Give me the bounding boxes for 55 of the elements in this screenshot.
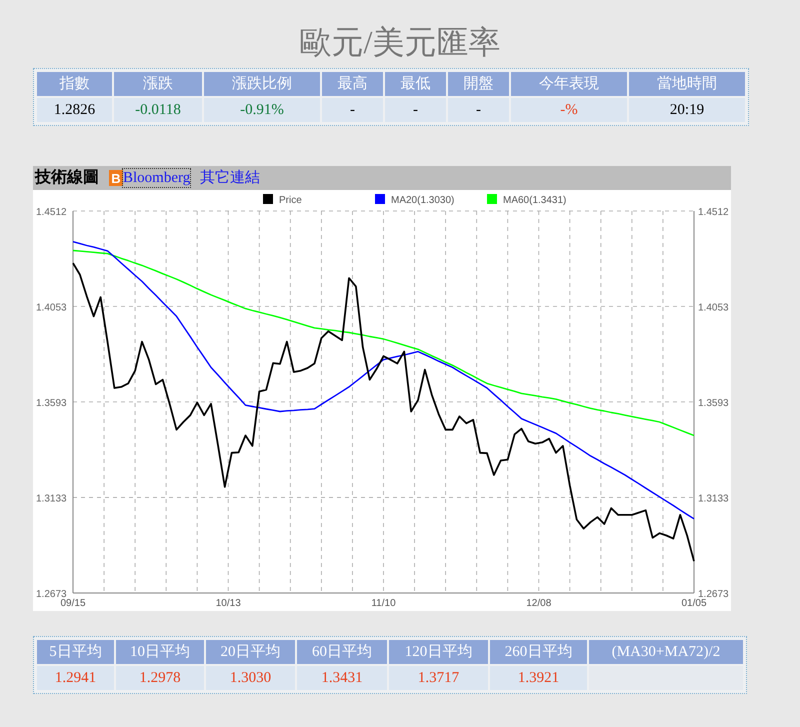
column-header: 最高 bbox=[322, 72, 383, 96]
y-tick-label: 1.4512 bbox=[698, 207, 729, 218]
table-cell: - bbox=[385, 98, 446, 122]
column-header: 當地時間 bbox=[629, 72, 745, 96]
table-cell: 1.2978 bbox=[116, 666, 204, 690]
y-tick-label: 1.2673 bbox=[36, 589, 67, 600]
table-cell: 1.3717 bbox=[389, 666, 488, 690]
page-title: 歐元/美元匯率 bbox=[300, 23, 500, 62]
column-header: 5日平均 bbox=[37, 640, 114, 664]
y-tick-label: 1.3133 bbox=[36, 493, 67, 504]
x-tick-label: 10/13 bbox=[216, 598, 241, 609]
column-header: 260日平均 bbox=[490, 640, 587, 664]
table-cell: 1.3030 bbox=[206, 666, 295, 690]
column-header: 漲跌 bbox=[114, 72, 202, 96]
column-header: 指數 bbox=[37, 72, 112, 96]
table-cell: - bbox=[322, 98, 383, 122]
column-header: 最低 bbox=[385, 72, 446, 96]
column-header: 今年表現 bbox=[511, 72, 627, 96]
legend-item: Price bbox=[263, 194, 302, 206]
logo-icon: B bbox=[109, 170, 123, 186]
column-header: 開盤 bbox=[448, 72, 509, 96]
y-tick-label: 1.3133 bbox=[698, 494, 729, 504]
table-cell: 1.3431 bbox=[297, 666, 387, 690]
column-header: (MA30+MA72)/2 bbox=[589, 640, 743, 664]
table-cell: 1.2941 bbox=[37, 666, 114, 690]
chart-link[interactable]: Bloomberg bbox=[123, 169, 190, 187]
y-tick-label: 1.3593 bbox=[36, 398, 67, 409]
legend-item: MA60(1.3431) bbox=[487, 194, 566, 206]
legend-label: Price bbox=[279, 195, 302, 206]
table-cell: - bbox=[448, 98, 509, 122]
x-tick-label: 09/15 bbox=[60, 598, 86, 609]
column-header: 漲跌比例 bbox=[204, 72, 320, 96]
table-cell: -0.0118 bbox=[114, 98, 202, 122]
x-tick-label: 11/10 bbox=[371, 598, 396, 609]
y-tick-label: 1.4053 bbox=[698, 302, 729, 314]
column-header: 60日平均 bbox=[297, 640, 387, 664]
chart-link[interactable]: 其它連結 bbox=[200, 169, 260, 187]
table-cell: 1.2826 bbox=[37, 98, 112, 122]
y-tick-label: 1.2673 bbox=[698, 589, 729, 600]
column-header: 20日平均 bbox=[206, 640, 295, 664]
column-header: 120日平均 bbox=[389, 640, 488, 664]
y-tick-label: 1.4053 bbox=[36, 302, 67, 314]
y-tick-label: 1.3593 bbox=[698, 398, 729, 409]
table-cell: -% bbox=[511, 98, 627, 122]
table-cell: 1.3921 bbox=[490, 666, 587, 690]
x-tick-label: 12/08 bbox=[526, 598, 552, 609]
legend-label: MA60(1.3431) bbox=[503, 195, 566, 206]
x-tick-label: 01/05 bbox=[681, 598, 707, 609]
column-header: 10日平均 bbox=[116, 640, 204, 664]
chart-heading: 技術線圖 bbox=[35, 168, 99, 188]
legend-item: MA20(1.3030) bbox=[375, 194, 454, 206]
table-cell: 20:19 bbox=[629, 98, 745, 122]
legend-label: MA20(1.3030) bbox=[391, 195, 454, 206]
table-cell: -0.91% bbox=[204, 98, 320, 122]
y-tick-label: 1.4512 bbox=[36, 207, 67, 218]
